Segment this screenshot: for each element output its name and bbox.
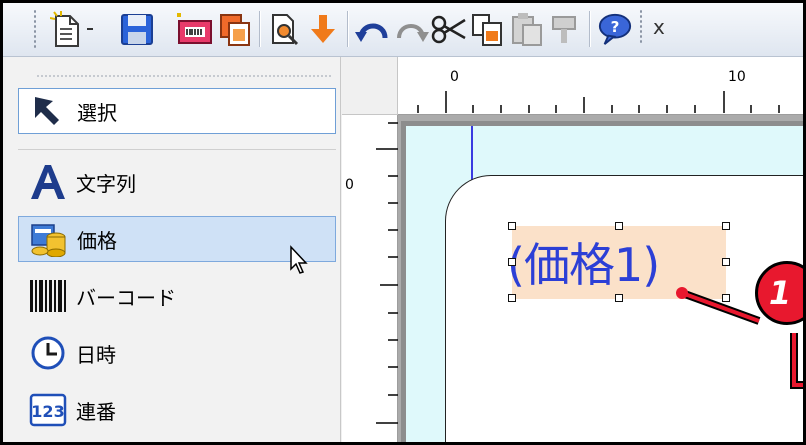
undo-icon[interactable] — [355, 9, 391, 49]
resize-handle[interactable] — [508, 294, 516, 302]
ruler-mark-10: 10 — [728, 69, 746, 85]
panel-grip[interactable] — [36, 75, 332, 77]
new-dropdown-icon[interactable] — [83, 9, 97, 49]
paste-icon[interactable] — [509, 9, 545, 49]
toolbar-x-label[interactable]: x — [653, 15, 665, 39]
tool-label: 価格 — [77, 228, 117, 253]
resize-handle[interactable] — [508, 222, 516, 230]
tool-text[interactable]: 文字列 — [18, 159, 336, 205]
toolbar-grip[interactable] — [33, 9, 37, 49]
tool-barcode[interactable]: バーコード — [18, 273, 336, 319]
clock-icon — [24, 333, 72, 373]
format-brush-icon[interactable] — [547, 9, 583, 49]
toolbar-separator — [589, 11, 591, 47]
tool-panel: 選択 文字列 価格 バーコード 日時 123 連番 — [6, 57, 341, 442]
ruler-corner — [342, 57, 398, 115]
number-123-icon: 123 — [24, 390, 72, 430]
text-a-icon — [24, 162, 72, 202]
print-preview-icon[interactable] — [267, 9, 303, 49]
tool-select[interactable]: 選択 — [18, 88, 336, 134]
import-icon[interactable] — [305, 9, 341, 49]
resize-handle[interactable] — [722, 258, 730, 266]
cut-icon[interactable] — [431, 9, 467, 49]
toolbar-separator — [347, 11, 349, 47]
ruler-mark-0: 0 — [450, 69, 459, 85]
toolbar-separator — [259, 11, 261, 47]
pointer-arrow-icon — [25, 91, 73, 131]
resize-handle[interactable] — [722, 222, 730, 230]
callout-anchor-dot — [676, 287, 688, 299]
ruler-vertical: 0 — [342, 115, 398, 442]
svg-text:?: ? — [611, 18, 620, 36]
svg-text:123: 123 — [31, 402, 64, 421]
new-document-icon[interactable] — [49, 9, 85, 49]
tool-label: 連番 — [76, 399, 116, 424]
ruler-horizontal: 0 10 — [342, 57, 803, 115]
tool-serial[interactable]: 123 連番 — [18, 387, 336, 433]
tool-label: 選択 — [77, 100, 117, 125]
tool-label: バーコード — [76, 285, 176, 310]
toolbar: ? x — [3, 3, 803, 57]
panel-separator — [18, 149, 336, 150]
mouse-cursor-icon — [289, 245, 309, 275]
app-window: ? x 選択 文字列 価格 バーコード 日時 123 連番 0 10 0 (価格… — [0, 0, 806, 445]
tool-label: 日時 — [76, 342, 116, 367]
resize-handle[interactable] — [615, 222, 623, 230]
help-icon[interactable]: ? — [597, 9, 633, 49]
print-icon[interactable] — [177, 9, 213, 49]
save-icon[interactable] — [119, 9, 155, 49]
toolbar-grip — [639, 9, 643, 45]
tool-label: 文字列 — [76, 171, 136, 196]
copy-icon[interactable] — [469, 9, 505, 49]
resize-handle[interactable] — [615, 294, 623, 302]
label-area[interactable] — [445, 175, 803, 442]
resize-handle[interactable] — [508, 258, 516, 266]
copy-page-icon[interactable] — [217, 9, 253, 49]
resize-handle[interactable] — [722, 294, 730, 302]
price-field-text[interactable]: (価格1) — [507, 229, 737, 295]
tool-datetime[interactable]: 日時 — [18, 330, 336, 376]
price-coins-icon — [25, 219, 73, 259]
ruler-mark-left-0: 0 — [345, 177, 354, 193]
barcode-icon — [24, 276, 72, 316]
redo-icon[interactable] — [393, 9, 429, 49]
